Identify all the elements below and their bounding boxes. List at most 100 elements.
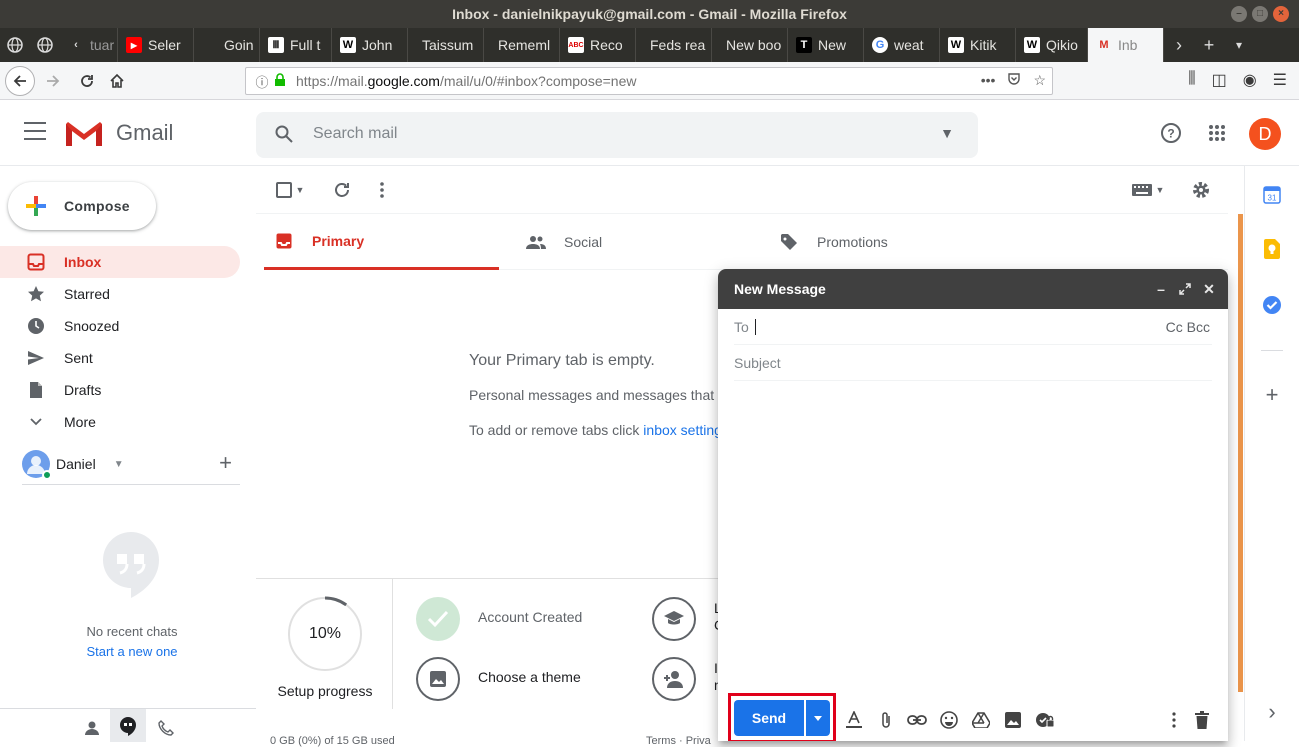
compose-header[interactable]: New Message – ✕ [718,269,1228,309]
new-tab-icon[interactable]: + [1194,28,1224,62]
select-all-checkbox[interactable] [274,180,294,200]
message-body[interactable] [718,381,1228,695]
globe-icon[interactable] [30,28,60,62]
school-icon[interactable] [652,597,696,641]
search-bar[interactable]: Search mail ▼ [256,112,978,158]
browser-tab[interactable]: New boo [712,28,788,62]
hangouts-icon[interactable] [110,709,146,742]
close-icon[interactable]: ✕ [1202,279,1216,299]
library-icon[interactable]: ⫼ [1188,70,1195,90]
search-options-icon[interactable]: ▼ [940,125,954,141]
hangouts-user[interactable]: Daniel ▼ + [22,448,240,480]
select-caret-icon[interactable]: ▼ [294,180,306,200]
nav-item-inbox[interactable]: Inbox [0,246,240,278]
page-actions-icon[interactable]: ••• [981,72,996,89]
tasks-icon[interactable] [1261,294,1283,316]
nav-item-drafts[interactable]: Drafts [0,374,240,406]
scrollbar[interactable] [1238,214,1243,692]
home-icon[interactable] [102,67,132,95]
help-icon[interactable]: ? [1159,121,1183,145]
add-addon-icon[interactable]: + [1261,382,1283,407]
browser-tab[interactable]: W John [332,28,408,62]
browser-tab[interactable]: T New [788,28,864,62]
send-options-button[interactable] [806,700,830,736]
browser-tab[interactable]: G weat [864,28,940,62]
account-sync-icon[interactable]: ◉ [1243,70,1257,90]
lock-icon[interactable] [274,72,290,90]
caret-down-icon[interactable]: ▼ [114,459,124,470]
apps-grid-icon[interactable] [1205,121,1229,145]
globe-icon[interactable] [0,28,30,62]
refresh-icon[interactable] [332,180,352,200]
person-icon[interactable] [82,718,102,738]
keyboard-icon[interactable] [1130,180,1154,200]
nav-item-more[interactable]: More [0,406,240,438]
browser-tab[interactable]: Rememl [484,28,560,62]
tab-social[interactable]: Social [516,214,751,270]
tab-promotions[interactable]: Promotions [769,214,1004,270]
image-icon[interactable] [416,657,460,701]
main-menu-icon[interactable] [24,122,46,140]
browser-tab[interactable]: W Kitik [940,28,1016,62]
close-icon[interactable]: × [1273,6,1289,22]
address-bar[interactable]: ⓘ https://mail.google.com/mail/u/0/#inbo… [245,67,1053,95]
gmail-logo-icon[interactable] [64,120,104,148]
search-icon[interactable] [274,124,294,147]
phone-icon[interactable] [156,718,176,738]
tab-primary[interactable]: Primary [264,214,499,270]
minimize-icon[interactable]: – [1154,279,1168,299]
account-avatar[interactable]: D [1249,118,1281,150]
to-field[interactable]: To Cc Bcc [734,309,1212,345]
browser-tab[interactable]: W Qikio [1016,28,1088,62]
nav-item-snoozed[interactable]: Snoozed [0,310,240,342]
chevron-right-icon[interactable]: › [1164,28,1194,62]
inbox-settings-link[interactable]: inbox setting [643,422,722,438]
forward-arrow-icon[interactable] [38,67,68,95]
browser-tab[interactable]: ABC Reco [560,28,636,62]
formatting-icon[interactable] [844,710,864,730]
browser-tab[interactable]: Goin [194,28,260,62]
input-tools-caret-icon[interactable]: ▼ [1154,180,1166,200]
storage-usage[interactable]: 0 GB (0%) of 15 GB used [270,735,395,747]
step-account-created[interactable]: Account Created [478,609,582,625]
browser-tab[interactable]: ‹ tuar [60,28,118,62]
gmail-wordmark[interactable]: Gmail [116,120,173,146]
confidential-mode-icon[interactable] [1035,710,1055,730]
browser-tab[interactable]: ▶ Seler [118,28,194,62]
checkmark-icon[interactable] [416,597,460,641]
maximize-icon[interactable]: □ [1252,6,1268,22]
browser-tab[interactable]: Taissum [408,28,484,62]
more-options-icon[interactable] [1164,710,1184,730]
emoji-icon[interactable] [939,710,959,730]
insert-photo-icon[interactable] [1003,710,1023,730]
minimize-icon[interactable]: – [1231,6,1247,22]
bookmark-star-icon[interactable]: ☆ [1033,72,1046,89]
settings-gear-icon[interactable] [1191,180,1211,200]
start-chat-link[interactable]: Start a new one [0,644,264,659]
cc-bcc-link[interactable]: Cc Bcc [1166,319,1210,335]
url-text[interactable]: https://mail.google.com/mail/u/0/#inbox?… [296,73,637,89]
nav-item-sent[interactable]: Sent [0,342,240,374]
tab-list-icon[interactable]: ▾ [1224,28,1254,62]
menu-icon[interactable]: ☰ [1273,70,1287,90]
more-vert-icon[interactable] [372,180,392,200]
add-contact-icon[interactable]: + [219,450,232,476]
step-choose-theme[interactable]: Choose a theme [478,669,581,685]
link-icon[interactable] [907,710,927,730]
drive-icon[interactable] [971,710,991,730]
sidebar-toggle-icon[interactable]: ◫ [1212,70,1227,90]
browser-tab[interactable]: Ⅲ Full t [260,28,332,62]
search-input[interactable]: Search mail [313,125,397,143]
pocket-icon[interactable] [1007,72,1021,89]
send-button[interactable]: Send [734,700,804,736]
calendar-icon[interactable]: 31 [1261,184,1283,206]
browser-tab-active[interactable]: M Inb [1088,28,1164,62]
browser-tab[interactable]: Feds rea [636,28,712,62]
reload-icon[interactable] [72,67,102,95]
subject-field[interactable]: Subject [734,345,1212,381]
footer-links[interactable]: Terms · Priva [646,735,711,747]
fullscreen-icon[interactable] [1178,279,1192,299]
nav-item-starred[interactable]: Starred [0,278,240,310]
keep-icon[interactable] [1261,238,1283,260]
chevron-right-icon[interactable]: › [1261,699,1283,724]
